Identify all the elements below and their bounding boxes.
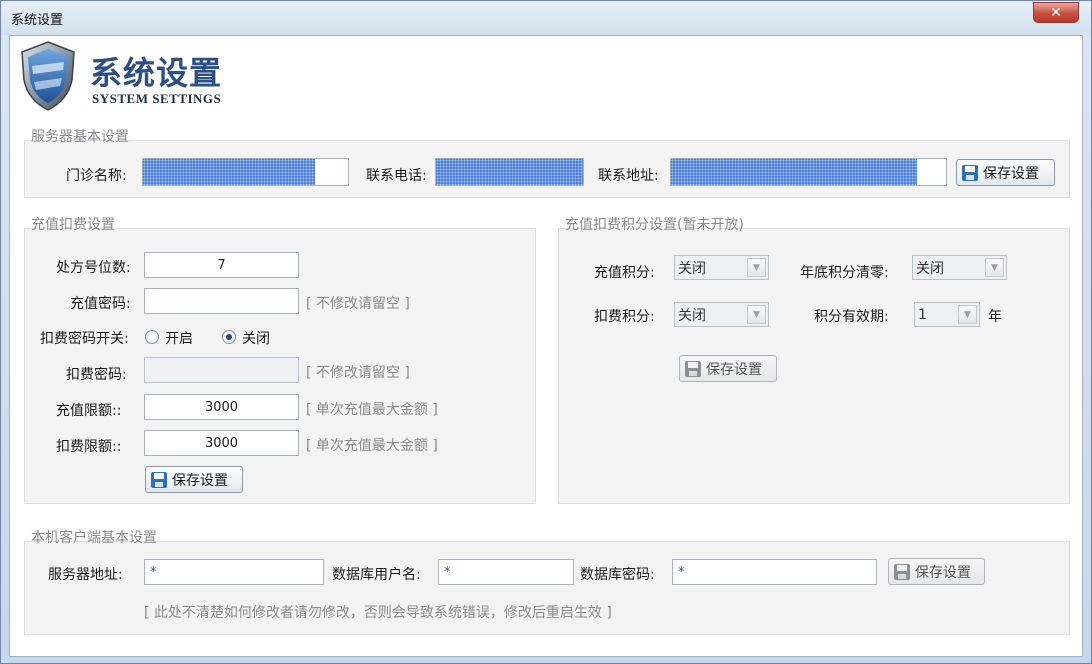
deduct-points-label: 扣费积分: [594, 309, 655, 325]
server-addr-label: 服务器地址: [48, 567, 123, 583]
settings-window: 系统设置 ✕ 系统设置 SYSTEM SETTINGS 服务器基本设置 门诊名称… [0, 0, 1092, 664]
validity-select[interactable]: 1 ▼ [914, 302, 980, 327]
server-save-button[interactable]: 保存设置 [956, 159, 1055, 186]
yearend-clear-value: 关闭 [916, 260, 944, 277]
address-label: 联系地址: [598, 168, 659, 184]
floppy-disk-icon [685, 360, 701, 377]
page-title: 系统设置 [90, 54, 223, 92]
recharge-points-select[interactable]: 关闭 ▼ [674, 255, 769, 280]
points-save-button[interactable]: 保存设置 [679, 355, 777, 382]
phone-field[interactable] [435, 158, 584, 186]
deduct-pwd-hint: [ 不修改请留空 ] [306, 365, 410, 381]
switch-off-radio[interactable] [222, 330, 236, 344]
recharge-pwd-hint: [ 不修改请留空 ] [306, 296, 410, 312]
points-title: 充值扣费积分设置(暂未开放) [565, 217, 744, 233]
recharge-save-label: 保存设置 [172, 472, 228, 489]
chevron-down-icon[interactable]: ▼ [747, 258, 766, 277]
deduct-points-select[interactable]: 关闭 ▼ [674, 302, 769, 327]
db-user-input[interactable]: * [438, 559, 574, 585]
client-save-label: 保存设置 [915, 564, 971, 581]
recharge-pwd-input[interactable] [144, 288, 299, 314]
recharge-title: 充值扣费设置 [31, 217, 115, 233]
db-pwd-label: 数据库密码: [580, 567, 655, 583]
validity-unit: 年 [988, 309, 1002, 325]
client-title: 本机客户端基本设置 [31, 530, 157, 546]
page-subtitle: SYSTEM SETTINGS [92, 91, 222, 106]
validity-value: 1 [918, 306, 927, 323]
yearend-clear-label: 年底积分清零: [800, 265, 889, 281]
switch-on-radio[interactable] [145, 330, 159, 344]
validity-label: 积分有效期: [814, 309, 889, 325]
recharge-limit-hint: [ 单次充值最大金额 ] [306, 402, 438, 418]
recharge-save-button[interactable]: 保存设置 [145, 466, 243, 493]
server-save-label: 保存设置 [983, 165, 1039, 182]
recharge-limit-label: 充值限额:: [56, 403, 122, 419]
client-area: 系统设置 SYSTEM SETTINGS 服务器基本设置 门诊名称: 联系电话:… [9, 35, 1083, 657]
address-field[interactable] [670, 158, 947, 186]
db-user-label: 数据库用户名: [332, 567, 421, 583]
switch-on-label[interactable]: 开启 [165, 328, 193, 348]
client-save-button[interactable]: 保存设置 [888, 558, 985, 585]
digits-input[interactable]: 7 [144, 252, 299, 278]
deduct-switch-label: 扣费密码开关: [40, 331, 129, 347]
window-title: 系统设置 [11, 13, 64, 28]
floppy-disk-icon [894, 563, 910, 580]
db-pwd-value: * [678, 564, 685, 580]
recharge-limit-input[interactable]: 3000 [144, 394, 299, 420]
recharge-pwd-label: 充值密码: [70, 296, 131, 312]
clinic-name-field[interactable] [142, 158, 349, 186]
deduct-pwd-input[interactable] [144, 357, 299, 383]
floppy-disk-icon [151, 471, 167, 488]
db-user-value: * [444, 564, 451, 580]
shield-logo-icon [21, 41, 75, 111]
client-warning: [ 此处不清楚如何修改者请勿修改，否则会导致系统错误，修改后重启生效 ] [144, 605, 612, 621]
deduct-pwd-label: 扣费密码: [66, 367, 127, 383]
server-addr-value: * [150, 564, 157, 580]
recharge-points-value: 关闭 [678, 260, 706, 277]
close-icon: ✕ [1050, 4, 1062, 21]
deduct-limit-hint: [ 单次充值最大金额 ] [306, 438, 438, 454]
chevron-down-icon[interactable]: ▼ [985, 258, 1004, 277]
clinic-name-label: 门诊名称: [66, 168, 127, 184]
deduct-points-value: 关闭 [678, 307, 706, 324]
chevron-down-icon[interactable]: ▼ [958, 305, 977, 324]
points-save-label: 保存设置 [706, 361, 762, 378]
server-basic-title: 服务器基本设置 [31, 129, 129, 145]
title-bar[interactable]: 系统设置 ✕ [1, 1, 1091, 35]
deduct-limit-input[interactable]: 3000 [144, 430, 299, 456]
yearend-clear-select[interactable]: 关闭 ▼ [912, 255, 1007, 280]
deduct-limit-label: 扣费限额:: [56, 439, 122, 455]
switch-off-label[interactable]: 关闭 [242, 328, 270, 348]
digits-label: 处方号位数: [56, 260, 131, 276]
recharge-points-label: 充值积分: [594, 265, 655, 281]
db-pwd-input[interactable]: * [672, 559, 877, 585]
chevron-down-icon[interactable]: ▼ [747, 305, 766, 324]
server-addr-input[interactable]: * [144, 559, 324, 585]
phone-label: 联系电话: [366, 168, 427, 184]
close-button[interactable]: ✕ [1033, 2, 1079, 23]
floppy-disk-icon [962, 164, 978, 181]
